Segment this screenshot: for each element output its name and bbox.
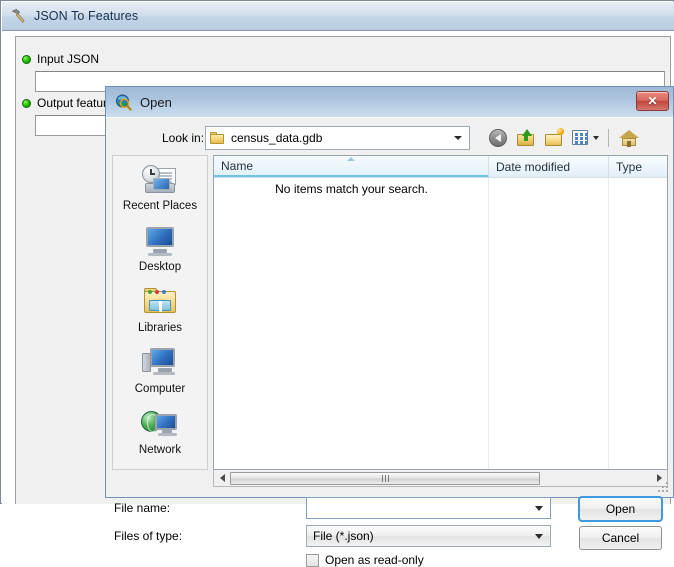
column-header-type-label: Type (616, 159, 643, 174)
toolbar-divider (608, 129, 609, 147)
open-button[interactable]: Open (578, 496, 663, 522)
places-sidebar: Recent Places Desktop Libraries Computer… (112, 155, 208, 470)
filetype-value: File (*.json) (313, 529, 374, 543)
sidebar-item-desktop[interactable]: Desktop (113, 223, 207, 284)
required-dot-icon (22, 54, 31, 64)
chevron-down-icon (535, 506, 543, 511)
up-folder-icon[interactable] (515, 127, 537, 149)
home-icon[interactable] (618, 127, 640, 149)
lookin-combobox[interactable]: census_data.gdb (205, 126, 470, 150)
sidebar-item-libraries-label: Libraries (137, 322, 183, 334)
dialog-title: Open (140, 94, 172, 110)
lookin-row: Look in: census_data.gdb (106, 124, 673, 152)
column-divider (488, 178, 489, 469)
chevron-down-icon (454, 136, 462, 140)
scrollbar-grip-icon (381, 474, 389, 482)
open-button-label: Open (605, 502, 636, 516)
scrollbar-thumb[interactable] (230, 471, 540, 485)
open-file-dialog: Open ✕ Look in: census_data.gdb Recent P… (105, 86, 674, 567)
open-as-readonly-label: Open as read-only (325, 553, 424, 567)
sort-ascending-icon (347, 157, 355, 161)
sidebar-item-computer[interactable]: Computer (113, 345, 207, 406)
sidebar-item-computer-label: Computer (134, 383, 186, 395)
param-output-features-label: Output feature (37, 96, 114, 110)
computer-icon (141, 347, 179, 380)
chevron-down-icon (535, 534, 543, 539)
scroll-left-arrow-icon[interactable] (214, 471, 230, 486)
sidebar-item-recent-places[interactable]: Recent Places (113, 162, 207, 223)
close-icon[interactable]: ✕ (636, 91, 669, 111)
sidebar-item-recent-places-label: Recent Places (122, 200, 198, 212)
column-header-name-label: Name (221, 158, 254, 173)
file-list-empty-message: No items match your search. (275, 182, 428, 196)
file-list-header: Name Date modified Type (214, 156, 667, 178)
required-dot-icon (22, 98, 31, 108)
filename-label: File name: (114, 501, 171, 515)
recent-places-icon (141, 164, 179, 197)
filetype-label: Files of type: (114, 529, 183, 543)
back-icon[interactable] (487, 127, 509, 149)
filename-input[interactable] (306, 497, 551, 519)
desktop-icon (141, 225, 179, 258)
file-list[interactable]: Name Date modified Type No items match y… (213, 155, 668, 470)
column-header-date-modified[interactable]: Date modified (489, 156, 609, 177)
chevron-down-icon (593, 136, 599, 140)
sidebar-item-network-label: Network (138, 444, 182, 456)
sidebar-item-libraries[interactable]: Libraries (113, 284, 207, 345)
lookin-value: census_data.gdb (231, 131, 323, 145)
open-as-readonly-row[interactable]: Open as read-only (306, 553, 424, 567)
cancel-button[interactable]: Cancel (579, 526, 662, 550)
dialog-titlebar[interactable]: Open ✕ (106, 87, 673, 117)
column-header-name[interactable]: Name (214, 156, 489, 177)
column-divider (608, 178, 609, 469)
resize-grip-icon[interactable] (658, 482, 670, 494)
sidebar-item-desktop-label: Desktop (138, 261, 182, 273)
param-input-json-label-row: Input JSON (16, 51, 670, 67)
column-header-type[interactable]: Type (609, 156, 667, 177)
horizontal-scrollbar[interactable] (213, 470, 668, 487)
dialog-toolbar (487, 127, 640, 149)
close-glyph: ✕ (647, 94, 658, 108)
hammer-icon (10, 8, 27, 25)
sidebar-item-network[interactable]: Network (113, 406, 207, 467)
tool-window-title: JSON To Features (34, 9, 139, 23)
lookin-label: Look in: (162, 131, 205, 145)
dialog-body: Look in: census_data.gdb Recent Places D… (106, 117, 673, 567)
cancel-button-label: Cancel (601, 531, 640, 545)
tool-window-titlebar: JSON To Features (2, 2, 674, 31)
libraries-icon (141, 286, 179, 319)
new-folder-icon[interactable] (543, 127, 565, 149)
folder-icon (210, 132, 224, 144)
filetype-select[interactable]: File (*.json) (306, 525, 551, 547)
column-header-date-modified-label: Date modified (496, 159, 571, 174)
search-globe-icon (115, 94, 132, 111)
network-icon (141, 408, 179, 441)
views-icon[interactable] (571, 127, 599, 149)
open-as-readonly-checkbox[interactable] (306, 553, 319, 567)
param-input-json-label: Input JSON (37, 52, 100, 66)
